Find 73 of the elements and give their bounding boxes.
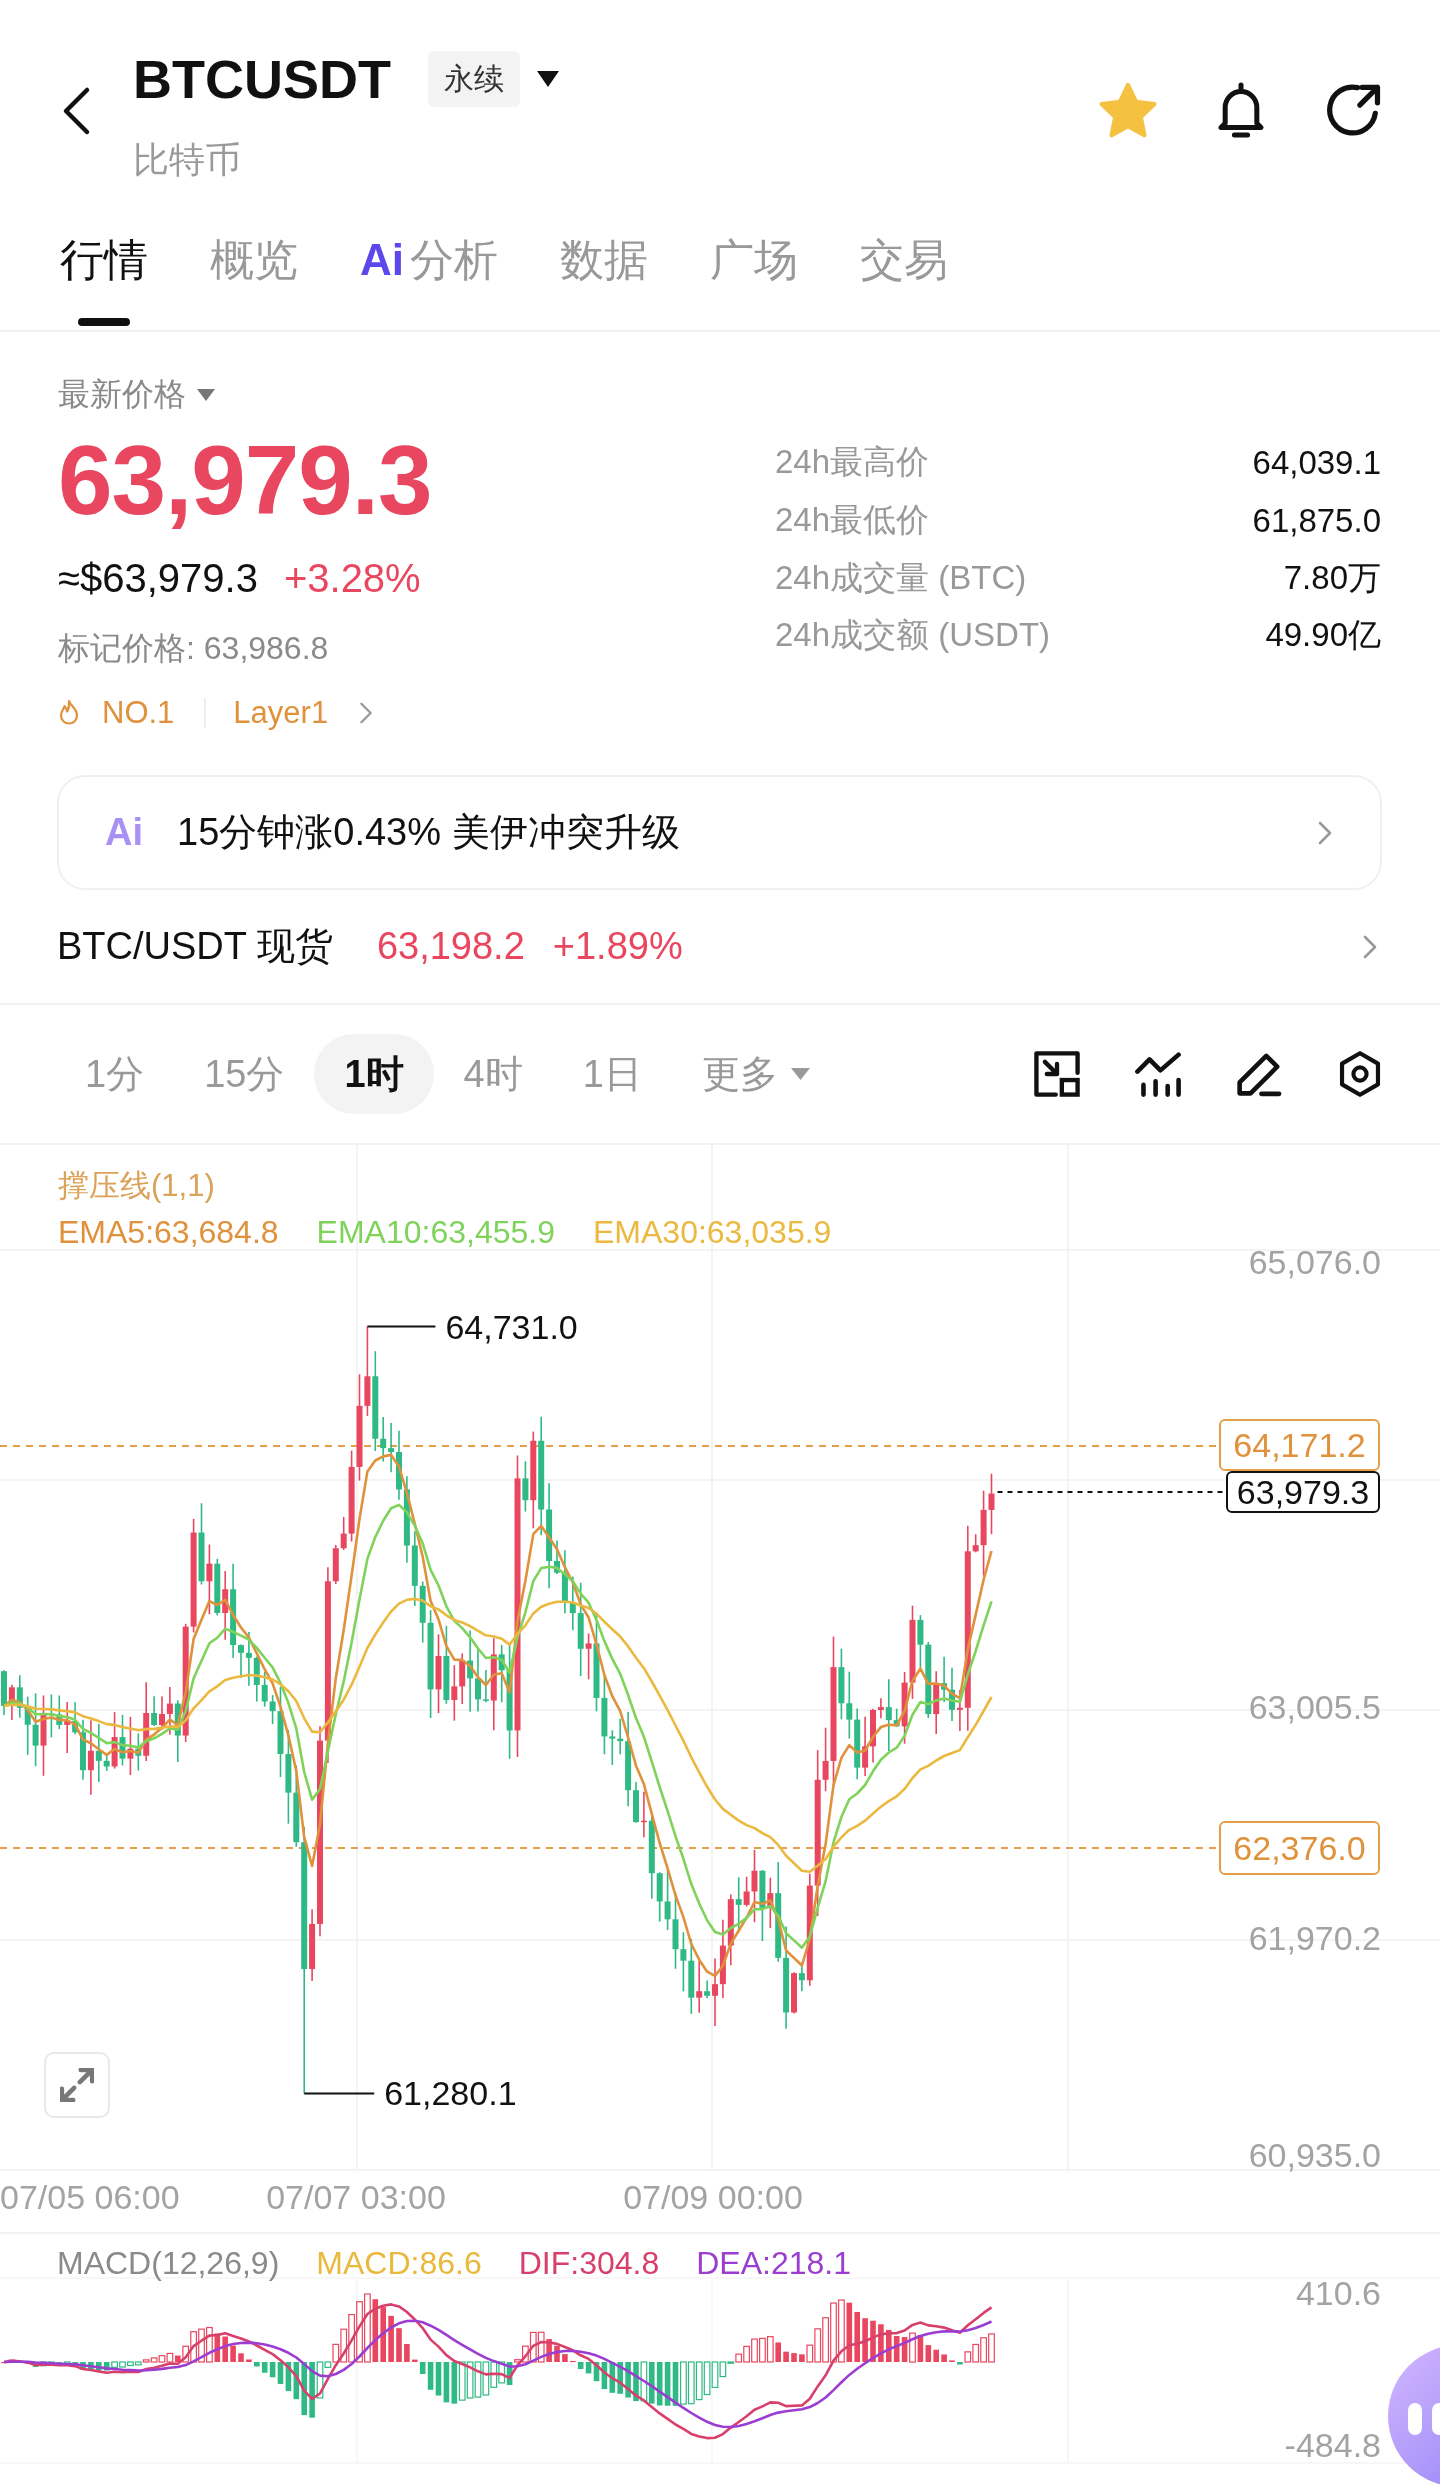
y-axis-label: 63,005.5 [1248,1687,1381,1727]
contract-type-tag[interactable]: 永续 [428,51,520,107]
macd-legend: MACD:86.6 [316,2244,482,2282]
pencil-icon[interactable] [1236,1051,1282,1097]
interval-tab[interactable]: 1分 [55,1034,175,1114]
ai-insight-banner[interactable]: Ai 15分钟涨0.43% 美伊冲突升级 [57,775,1382,890]
y-axis-label: 61,970.2 [1248,1918,1381,1958]
x-axis-label: 07/09 00:00 [623,2177,803,2217]
interval-tab[interactable]: 1时 [314,1034,434,1114]
tab[interactable]: 概览 [210,200,298,330]
high-price-label: 64,731.0 [445,1306,578,1347]
tab[interactable]: 广场 [710,200,798,330]
caret-icon [789,1067,811,1081]
resistance-price-label: 64,171.2 [1219,1419,1380,1471]
tab[interactable]: 数据 [560,200,648,330]
rank-label: NO.1 [102,695,175,731]
stat-label: 24h成交量 (BTC) [775,557,1027,598]
coin-name: 比特币 [133,138,242,182]
ema-legend: EMA5:63,684.8 [58,1213,279,1251]
spot-change: +1.89% [552,925,683,968]
x-axis-label: 07/07 03:00 [266,2177,446,2217]
stat-label: 24h最低价 [775,500,930,541]
price-label: 最新价格 [58,375,186,414]
insight-text: 15分钟涨0.43% 美伊冲突升级 [177,810,680,855]
expand-icon [60,2068,94,2102]
macd-legend: DIF:304.8 [518,2244,660,2282]
ai-label: Ai [105,811,143,854]
spot-price: 63,198.2 [376,925,525,968]
y-axis-label: 65,076.0 [1248,1242,1381,1282]
y-axis-label: 60,935.0 [1248,2135,1381,2175]
usd-price: ≈$63,979.3 [58,555,258,601]
refresh-icon[interactable] [1325,81,1383,139]
chevron-right-icon [1317,819,1333,846]
tab[interactable]: 行情 [60,200,148,330]
price-change: +3.28% [283,555,421,601]
low-price-label: 61,280.1 [384,2073,517,2114]
more-interval-dropdown[interactable]: 更多 [671,1034,841,1114]
last-price-label: 63,979.3 [1226,1471,1380,1513]
chart-icon[interactable] [1135,1051,1181,1097]
indicator-title: MACD(12,26,9) [57,2244,280,2282]
y-axis-label: -484.8 [1284,2425,1381,2465]
support-price-label: 62,376.0 [1219,1821,1380,1875]
stat-value: 49.90亿 [1265,615,1381,656]
sector-link[interactable]: Layer1 [233,695,329,731]
stat-value: 61,875.0 [1252,501,1381,540]
settings-icon[interactable] [1337,1051,1383,1097]
tab[interactable]: 交易 [860,200,948,330]
flame-icon [58,699,80,727]
stat-label: 24h最高价 [775,442,930,483]
indicator-label: 撑压线(1,1) [58,1167,215,1205]
chevron-right-icon[interactable] [1362,933,1378,960]
interval-tab[interactable]: 1日 [552,1034,672,1114]
macd-legend: DEA:218.1 [696,2244,851,2282]
x-axis-label: 07/05 06:00 [0,2177,180,2217]
last-price: 63,979.3 [58,425,432,535]
caret-icon[interactable] [536,70,560,88]
stat-label: 24h成交额 (USDT) [775,615,1051,656]
spot-pair-label[interactable]: BTC/USDT 现货 [57,921,333,972]
ema-legend: EMA30:63,035.9 [593,1213,832,1251]
tab[interactable]: Ai 分析 [360,200,498,330]
stat-value: 7.80万 [1283,557,1381,598]
y-axis-label: 410.6 [1295,2273,1381,2313]
leader-line [366,1325,437,1328]
ema-legend: EMA10:63,455.9 [316,1213,555,1251]
symbol-title: BTCUSDT [133,48,391,110]
interval-tab[interactable]: 4时 [433,1034,553,1114]
chevron-right-icon[interactable] [358,701,375,725]
star-icon[interactable] [1099,81,1157,139]
mark-price: 标记价格: 63,986.8 [58,629,330,668]
frame-arrow-icon[interactable] [1034,1051,1080,1097]
interval-tab[interactable]: 15分 [174,1034,315,1114]
fullscreen-button[interactable] [44,2052,110,2118]
stat-value: 64,039.1 [1252,443,1381,482]
